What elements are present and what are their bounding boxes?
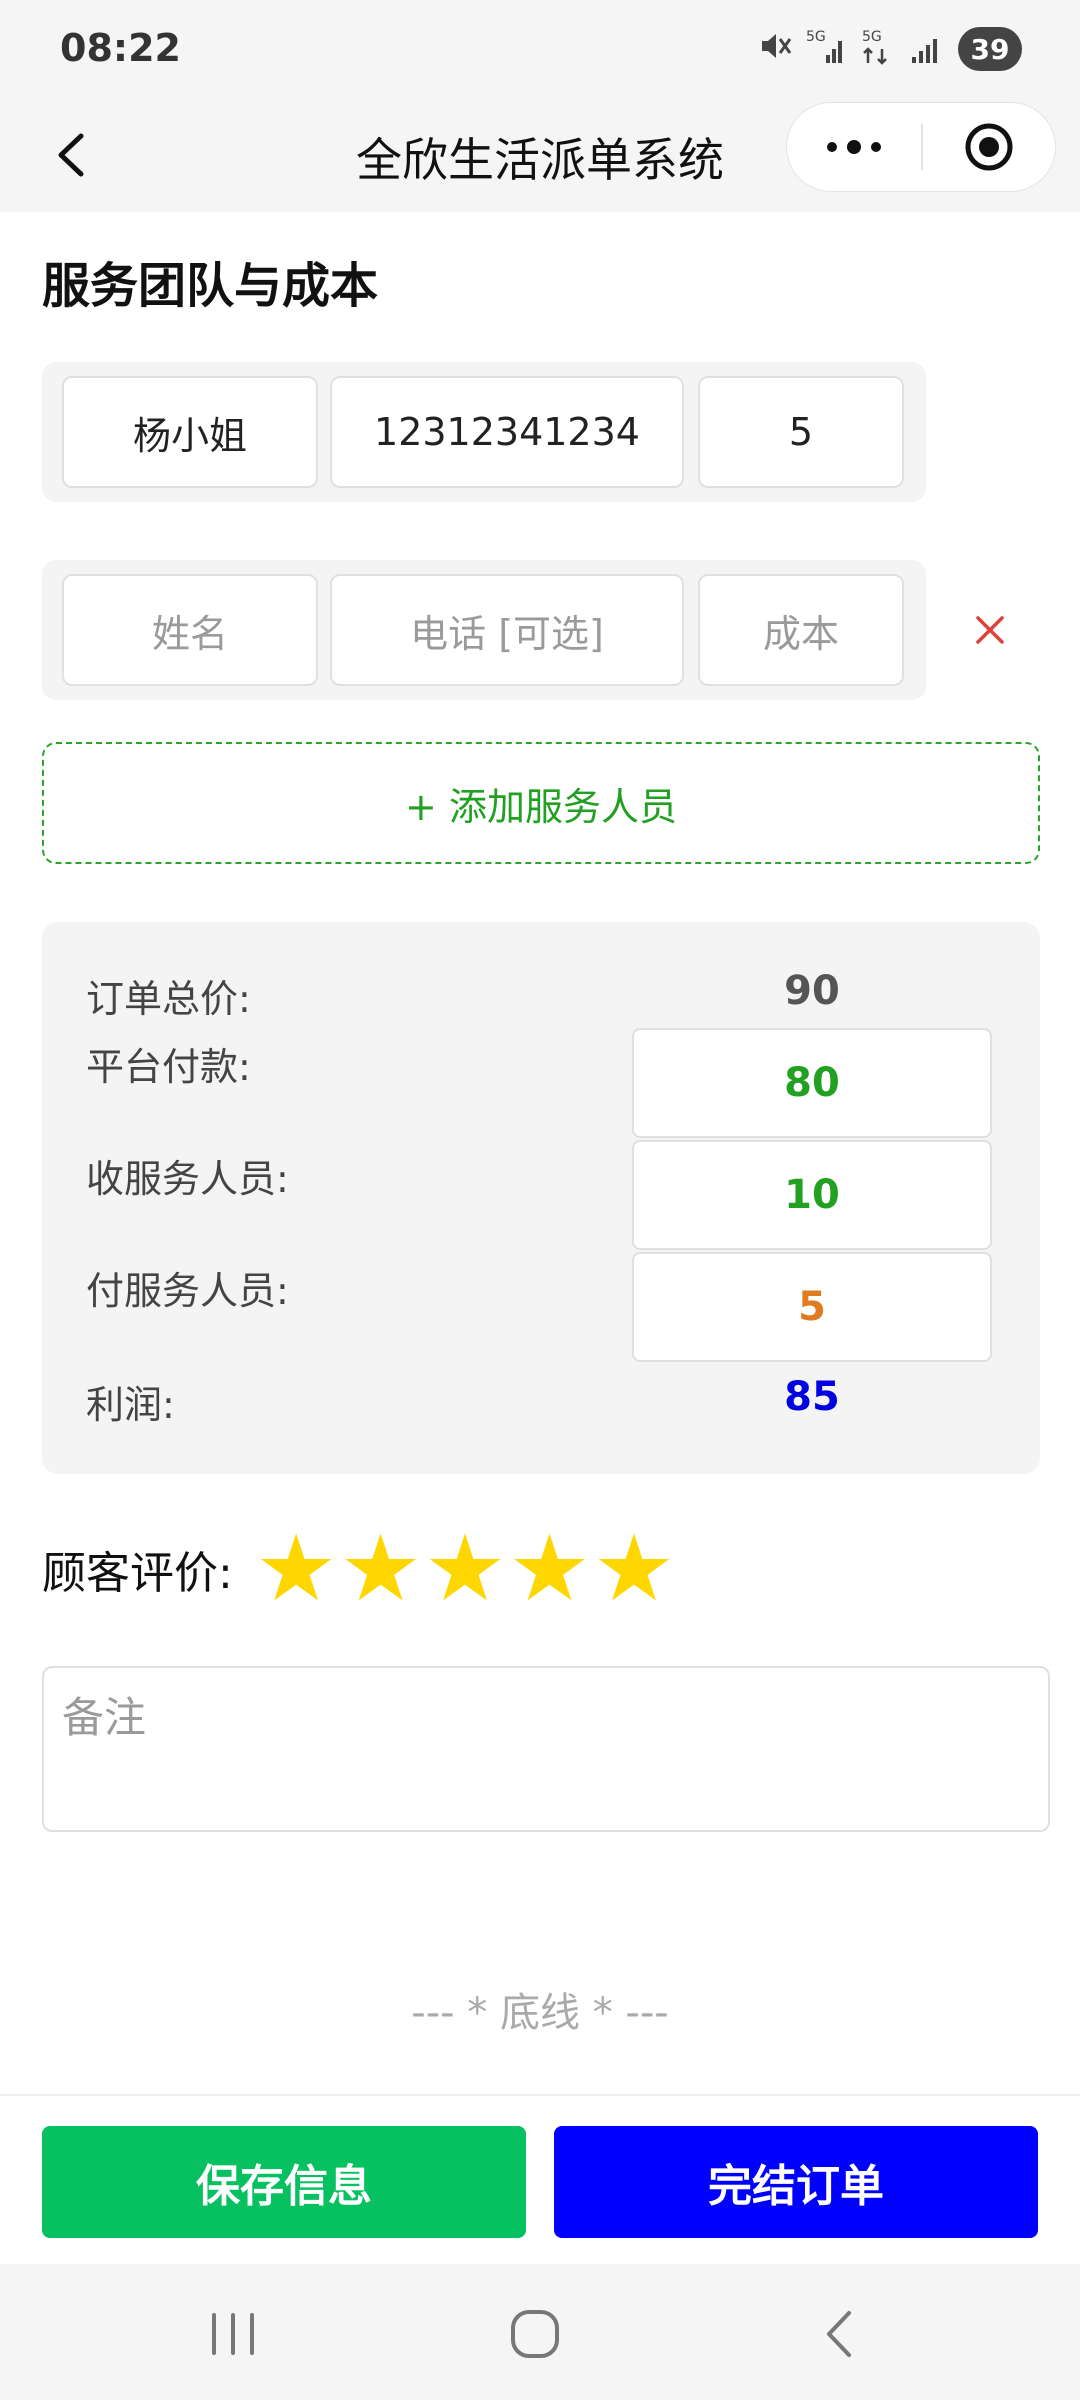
new-member-name-input[interactable]: 姓名 xyxy=(62,574,318,686)
remove-member-button[interactable] xyxy=(966,606,1014,654)
back-arrow-icon xyxy=(827,2311,851,2357)
pay-staff-input[interactable]: 5 xyxy=(632,1252,992,1362)
cost-summary-panel: 订单总价: 90 平台付款: 80 收服务人员: 10 付服务人员: 5 利润:… xyxy=(42,922,1040,1474)
remark-textarea[interactable]: 备注 xyxy=(42,1666,1050,1832)
receive-staff-label: 收服务人员: xyxy=(86,1157,289,1201)
chevron-left-icon xyxy=(58,133,84,177)
save-button[interactable]: 保存信息 xyxy=(42,2126,526,2238)
member-cost-field[interactable]: 5 xyxy=(698,376,904,488)
battery-indicator: 39 xyxy=(958,27,1022,71)
5g-data-icon: 5G xyxy=(860,27,896,72)
bottom-action-bar: 保存信息 完结订单 xyxy=(0,2094,1080,2264)
order-total-label: 订单总价: xyxy=(86,977,251,1021)
finish-order-button[interactable]: 完结订单 xyxy=(554,2126,1038,2238)
recent-apps-button[interactable] xyxy=(198,2304,268,2364)
order-total-value: 90 xyxy=(784,968,840,1014)
home-button[interactable] xyxy=(500,2304,570,2364)
system-back-button[interactable] xyxy=(804,2304,874,2364)
5g-signal-icon: 5G xyxy=(806,27,846,72)
mute-icon xyxy=(758,29,792,69)
signal-icon xyxy=(910,27,944,72)
back-button[interactable] xyxy=(38,122,104,188)
more-dots-icon xyxy=(827,140,881,154)
member-row: 杨小姐 12312341234 5 xyxy=(42,362,926,502)
platform-pay-input[interactable]: 80 xyxy=(632,1028,992,1138)
receive-staff-input[interactable]: 10 xyxy=(632,1140,992,1250)
close-miniprogram-button[interactable] xyxy=(923,103,1055,191)
status-icons: 5G 5G 39 xyxy=(758,26,1022,72)
svg-text:5G: 5G xyxy=(862,29,882,45)
bottom-line-text: --- * 底线 * --- xyxy=(411,1990,669,2036)
customer-rating: 顾客评价: ★ ★ ★ ★ ★ xyxy=(42,1523,677,1615)
star-icon[interactable]: ★ xyxy=(593,1523,675,1615)
pay-staff-label: 付服务人员: xyxy=(86,1269,289,1313)
star-icon[interactable]: ★ xyxy=(508,1523,590,1615)
close-icon xyxy=(976,616,1004,644)
add-member-button[interactable]: + 添加服务人员 xyxy=(42,742,1040,864)
profit-label: 利润: xyxy=(86,1383,175,1427)
svg-text:5G: 5G xyxy=(806,29,826,45)
mini-program-capsule xyxy=(786,102,1056,192)
recent-apps-icon xyxy=(212,2313,254,2355)
section-title: 服务团队与成本 xyxy=(42,258,379,314)
platform-pay-label: 平台付款: xyxy=(86,1045,251,1089)
star-icon[interactable]: ★ xyxy=(424,1523,506,1615)
rating-label: 顾客评价: xyxy=(42,1548,233,1599)
status-time: 08:22 xyxy=(60,26,181,70)
target-close-icon xyxy=(965,123,1013,171)
home-icon xyxy=(511,2310,559,2358)
new-member-row: 姓名 电话 [可选] 成本 xyxy=(42,560,926,700)
member-phone-field[interactable]: 12312341234 xyxy=(330,376,684,488)
star-icon[interactable]: ★ xyxy=(255,1523,337,1615)
profit-value: 85 xyxy=(784,1374,840,1420)
member-name-field[interactable]: 杨小姐 xyxy=(62,376,318,488)
status-bar: 08:22 5G 5G 39 xyxy=(0,0,1080,100)
new-member-cost-input[interactable]: 成本 xyxy=(698,574,904,686)
star-icon[interactable]: ★ xyxy=(339,1523,421,1615)
nav-bar: 全欣生活派单系统 xyxy=(0,100,1080,212)
system-navigation-bar xyxy=(0,2264,1080,2400)
more-button[interactable] xyxy=(787,103,921,191)
new-member-phone-input[interactable]: 电话 [可选] xyxy=(330,574,684,686)
